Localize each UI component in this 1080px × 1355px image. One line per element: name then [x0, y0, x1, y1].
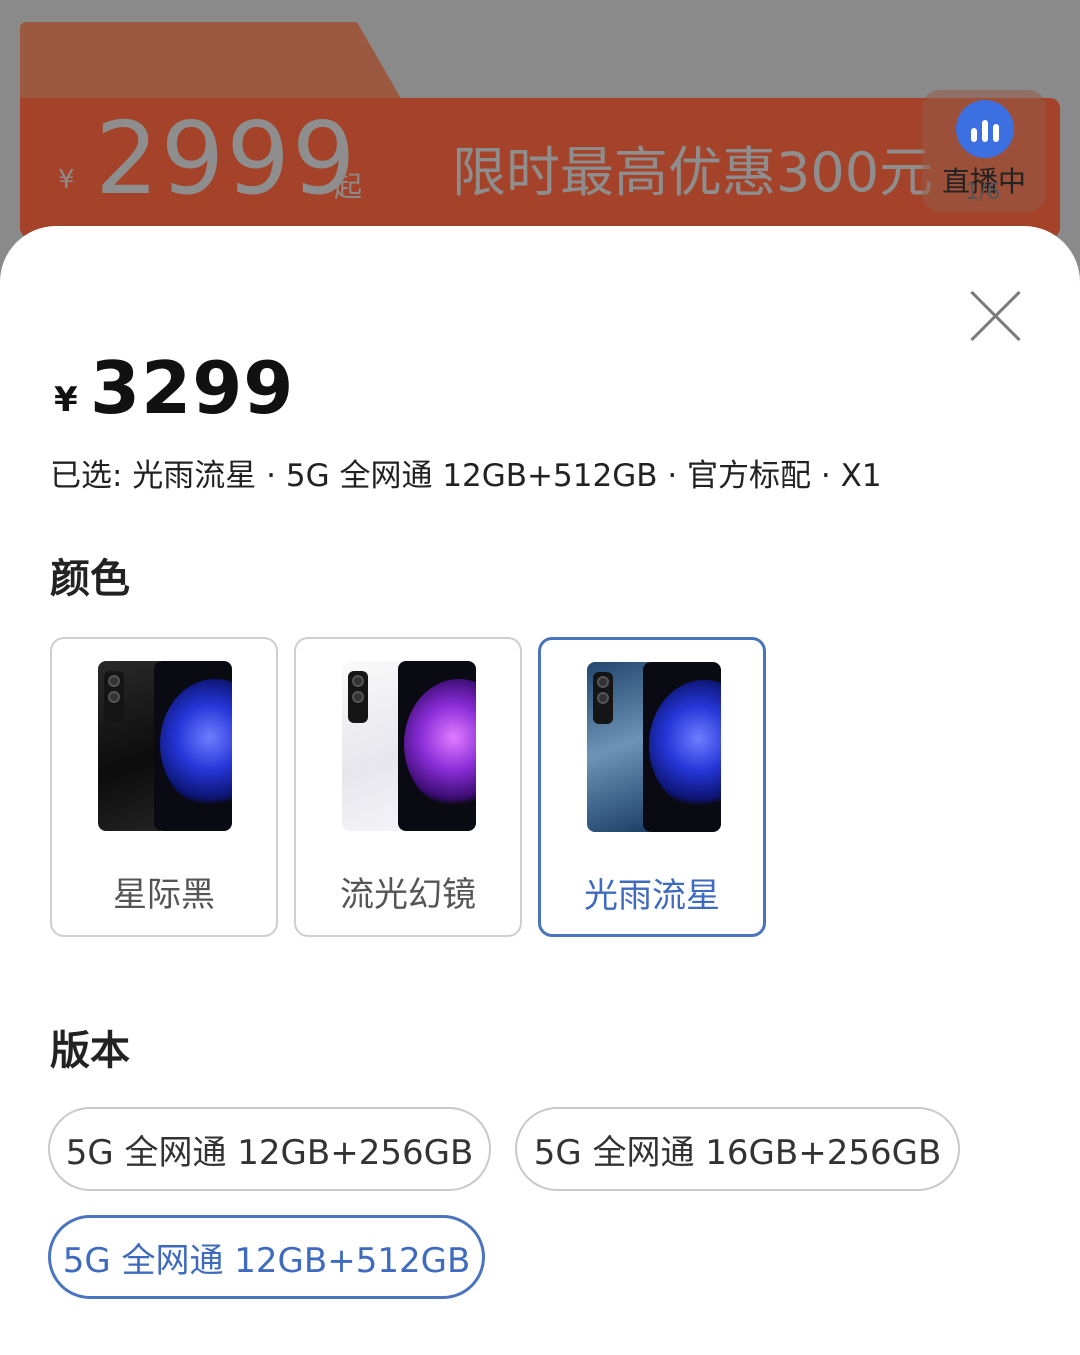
version-option-16-256[interactable]: 5G 全网通 16GB+256GB [515, 1107, 960, 1191]
price-currency: ¥ [54, 380, 78, 420]
color-option-label: 星际黑 [113, 875, 215, 915]
promo-currency: ¥ [58, 165, 75, 195]
promo-discount-text: 限时最高优惠300元 [452, 141, 934, 204]
phone-image [587, 662, 721, 832]
version-option-12-512[interactable]: 5G 全网通 12GB+512GB [48, 1215, 485, 1299]
color-option-black[interactable]: 星际黑 [50, 637, 278, 937]
color-option-white[interactable]: 流光幻镜 [294, 637, 522, 937]
price-value: 3299 [90, 346, 295, 430]
selected-summary: 已选: 光雨流星 · 5G 全网通 12GB+512GB · 官方标配 · X1 [50, 458, 882, 494]
color-option-label: 光雨流星 [584, 876, 720, 916]
version-section-title: 版本 [50, 1028, 130, 1074]
phone-image [98, 661, 232, 831]
promo-price-suffix: 起 [334, 170, 363, 203]
color-section-title: 颜色 [50, 556, 130, 602]
live-chart-icon[interactable] [956, 100, 1014, 158]
color-option-blue[interactable]: 光雨流星 [538, 637, 766, 937]
phone-image [342, 661, 476, 831]
promo-price: 2999 [95, 100, 358, 217]
close-icon[interactable] [960, 280, 1032, 352]
live-count: 1/6 [965, 180, 1001, 205]
promo-tab [20, 22, 320, 102]
color-option-label: 流光幻镜 [340, 875, 476, 915]
version-option-12-256[interactable]: 5G 全网通 12GB+256GB [48, 1107, 491, 1191]
